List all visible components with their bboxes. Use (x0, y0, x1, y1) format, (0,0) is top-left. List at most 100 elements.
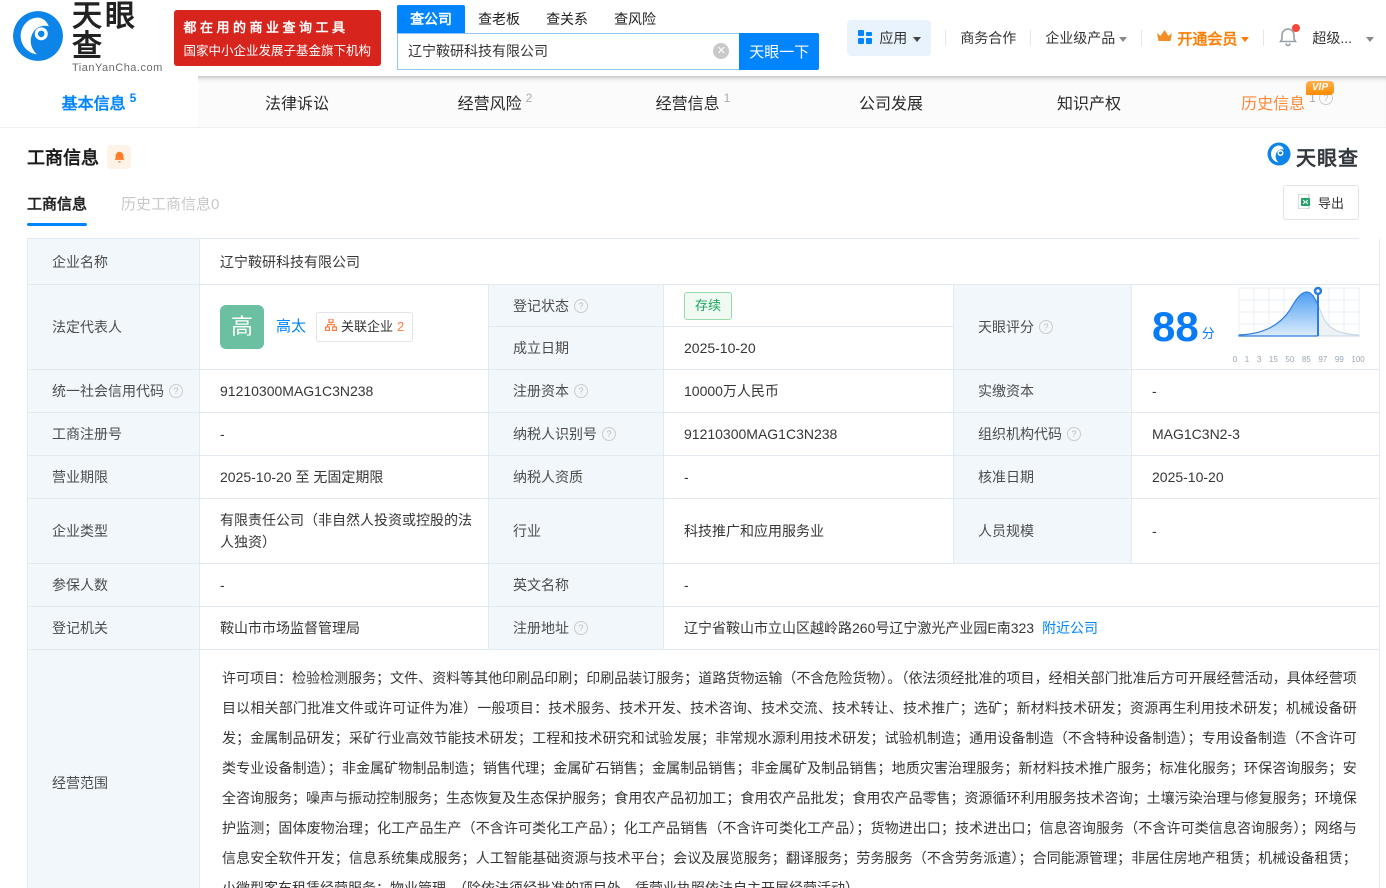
tab-label: 法律诉讼 (264, 95, 329, 113)
field-value-registration-status: 存续 (664, 285, 954, 327)
field-value-paid-capital: - (1132, 370, 1380, 413)
field-label-business-scope: 经营范围 (28, 650, 200, 888)
search-input[interactable] (408, 43, 714, 59)
field-value-registration-authority: 鞍山市市场监督管理局 (200, 607, 489, 650)
divider (1030, 30, 1032, 46)
related-companies-count: 2 (397, 319, 405, 334)
legal-rep-avatar[interactable]: 高 (220, 305, 264, 349)
field-label-org-code: 组织机构代码 ? (954, 413, 1132, 456)
field-label-registration-number: 工商注册号 (28, 413, 200, 456)
field-label-paid-capital: 实缴资本 (954, 370, 1132, 413)
field-label-taxpayer-id: 纳税人识别号 ? (489, 413, 664, 456)
field-label-approval-date: 核准日期 (954, 456, 1132, 499)
label-text: 注册地址 (513, 620, 569, 636)
label-text: 组织机构代码 (978, 426, 1062, 442)
field-label-registration-authority: 登记机关 (28, 607, 200, 650)
field-label-registration-status: 登记状态 ? (489, 285, 664, 327)
top-header: 天眼查 TianYanCha.com 都在用的商业查询工具 国家中小企业发展子基… (0, 0, 1386, 76)
field-value-org-code: MAG1C3N2-3 (1132, 413, 1380, 456)
divider (945, 30, 947, 46)
nav-super-vip[interactable]: 超级... (1312, 28, 1352, 48)
help-icon[interactable]: ? (1067, 427, 1081, 441)
tianyancha-eye-icon (1267, 142, 1291, 171)
tab-legal-litigation[interactable]: 法律诉讼 (198, 76, 396, 127)
subscribe-bell-icon[interactable] (107, 144, 131, 169)
nav-enterprise-products[interactable]: 企业级产品 (1045, 28, 1128, 48)
excel-icon (1297, 193, 1312, 212)
divider (1263, 30, 1265, 46)
super-vip-label: 超级... (1312, 30, 1352, 46)
tab-count: 1 (723, 90, 731, 105)
nav-open-vip[interactable]: 开通会员 (1156, 28, 1250, 49)
field-value-industry: 科技推广和应用服务业 (664, 499, 954, 564)
subtab-history-business-info[interactable]: 历史工商信息0 (121, 193, 219, 226)
field-value-company-name: 辽宁鞍研科技有限公司 (200, 239, 1380, 285)
clear-search-icon[interactable]: ✕ (713, 43, 730, 59)
tab-label: 经营风险 (457, 95, 522, 113)
crown-icon (1156, 29, 1173, 47)
export-button[interactable]: 导出 (1282, 185, 1359, 220)
help-icon[interactable]: ? (574, 621, 588, 635)
label-text: 统一社会信用代码 (52, 383, 164, 399)
address-text: 辽宁省鞍山市立山区越岭路260号辽宁激光产业园E南323 (684, 620, 1035, 636)
main-content: 工商信息 天眼查 工商信息 历史工商信息0 导出 企业名称 辽宁鞍研科技有限公司… (0, 142, 1386, 888)
field-value-registration-number: - (200, 413, 489, 456)
search-button[interactable]: 天眼一下 (739, 32, 820, 70)
apps-menu[interactable]: 应用 (847, 20, 932, 56)
slogan-line1: 都在用的商业查询工具 (183, 20, 349, 35)
tab-company-development[interactable]: 公司发展 (792, 76, 990, 127)
chevron-down-icon (1119, 36, 1128, 42)
help-icon[interactable]: ? (602, 427, 616, 441)
nearby-companies-link[interactable]: 附近公司 (1042, 617, 1098, 639)
tab-label: 基本信息 (61, 95, 126, 113)
notification-dot (1292, 23, 1301, 32)
tab-count: 2 (525, 90, 533, 105)
nav-business-coop[interactable]: 商务合作 (960, 28, 1016, 48)
related-companies-label: 关联企业 (341, 319, 394, 334)
export-label: 导出 (1317, 196, 1344, 211)
tab-operation-risk[interactable]: 经营风险 2 (396, 76, 594, 127)
brand-logo[interactable]: 天眼查 TianYanCha.com (12, 2, 164, 74)
search-tab-company[interactable]: 查公司 (397, 4, 466, 33)
help-icon[interactable]: ? (169, 384, 183, 398)
field-value-business-scope: 许可项目：检验检测服务；文件、资料等其他印刷品印刷；印刷品装订服务；道路货物运输… (200, 650, 1380, 888)
section-title: 工商信息 (27, 147, 99, 168)
brand-domain: TianYanCha.com (72, 62, 163, 74)
label-text: 纳税人识别号 (513, 426, 597, 442)
related-companies-button[interactable]: 关联企业 2 (316, 312, 414, 342)
field-value-approval-date: 2025-10-20 (1132, 456, 1380, 499)
field-label-registered-address: 注册地址 ? (489, 607, 664, 650)
tab-history-info[interactable]: VIP 历史信息 1 ? (1188, 76, 1386, 127)
help-icon[interactable]: ? (574, 298, 588, 313)
status-badge: 存续 (684, 291, 733, 320)
score-distribution-chart[interactable]: 0 1 3 15 50 85 97 99 100 (1233, 284, 1365, 371)
tab-basic-info[interactable]: 基本信息 5 (0, 76, 198, 127)
search-tab-boss[interactable]: 查老板 (465, 5, 533, 33)
chevron-down-icon (1366, 36, 1374, 42)
watermark-logo: 天眼查 (1267, 142, 1359, 171)
label-text: 注册资本 (513, 383, 569, 399)
chevron-down-icon (913, 36, 922, 42)
field-value-company-type: 有限责任公司（非自然人投资或控股的法人独资） (200, 499, 489, 564)
business-info-subtabs: 工商信息 历史工商信息0 导出 (27, 185, 1359, 226)
field-label-tianyan-score: 天眼评分 ? (954, 285, 1132, 370)
field-label-company-type: 企业类型 (28, 499, 200, 564)
tianyancha-company-page: 天眼查 TianYanCha.com 都在用的商业查询工具 国家中小企业发展子基… (0, 0, 1386, 888)
brand-name: 天眼查 (72, 0, 138, 63)
help-icon[interactable]: ? (574, 384, 588, 398)
tab-intellectual-property[interactable]: 知识产权 (990, 76, 1188, 127)
tab-operation-info[interactable]: 经营信息 1 (594, 76, 792, 127)
tab-label: 公司发展 (858, 95, 923, 113)
help-icon[interactable]: ? (1039, 320, 1053, 334)
subtab-business-info[interactable]: 工商信息 (27, 193, 88, 226)
field-label-taxpayer-qualification: 纳税人资质 (489, 456, 664, 499)
company-section-tabs: 基本信息 5 法律诉讼 经营风险 2 经营信息 1 公司发展 知识产权 VIP … (0, 76, 1386, 128)
tianyancha-eye-icon (12, 10, 64, 67)
search-tab-relation[interactable]: 查关系 (533, 5, 601, 33)
vip-badge: VIP (1305, 81, 1334, 95)
search-tab-risk[interactable]: 查风险 (601, 5, 669, 33)
tab-count: 5 (129, 90, 137, 105)
search-area: 查公司 查老板 查关系 查风险 ✕ 天眼一下 (397, 4, 820, 70)
legal-rep-name-link[interactable]: 高太 (276, 316, 306, 338)
notification-bell-icon[interactable] (1278, 23, 1301, 50)
